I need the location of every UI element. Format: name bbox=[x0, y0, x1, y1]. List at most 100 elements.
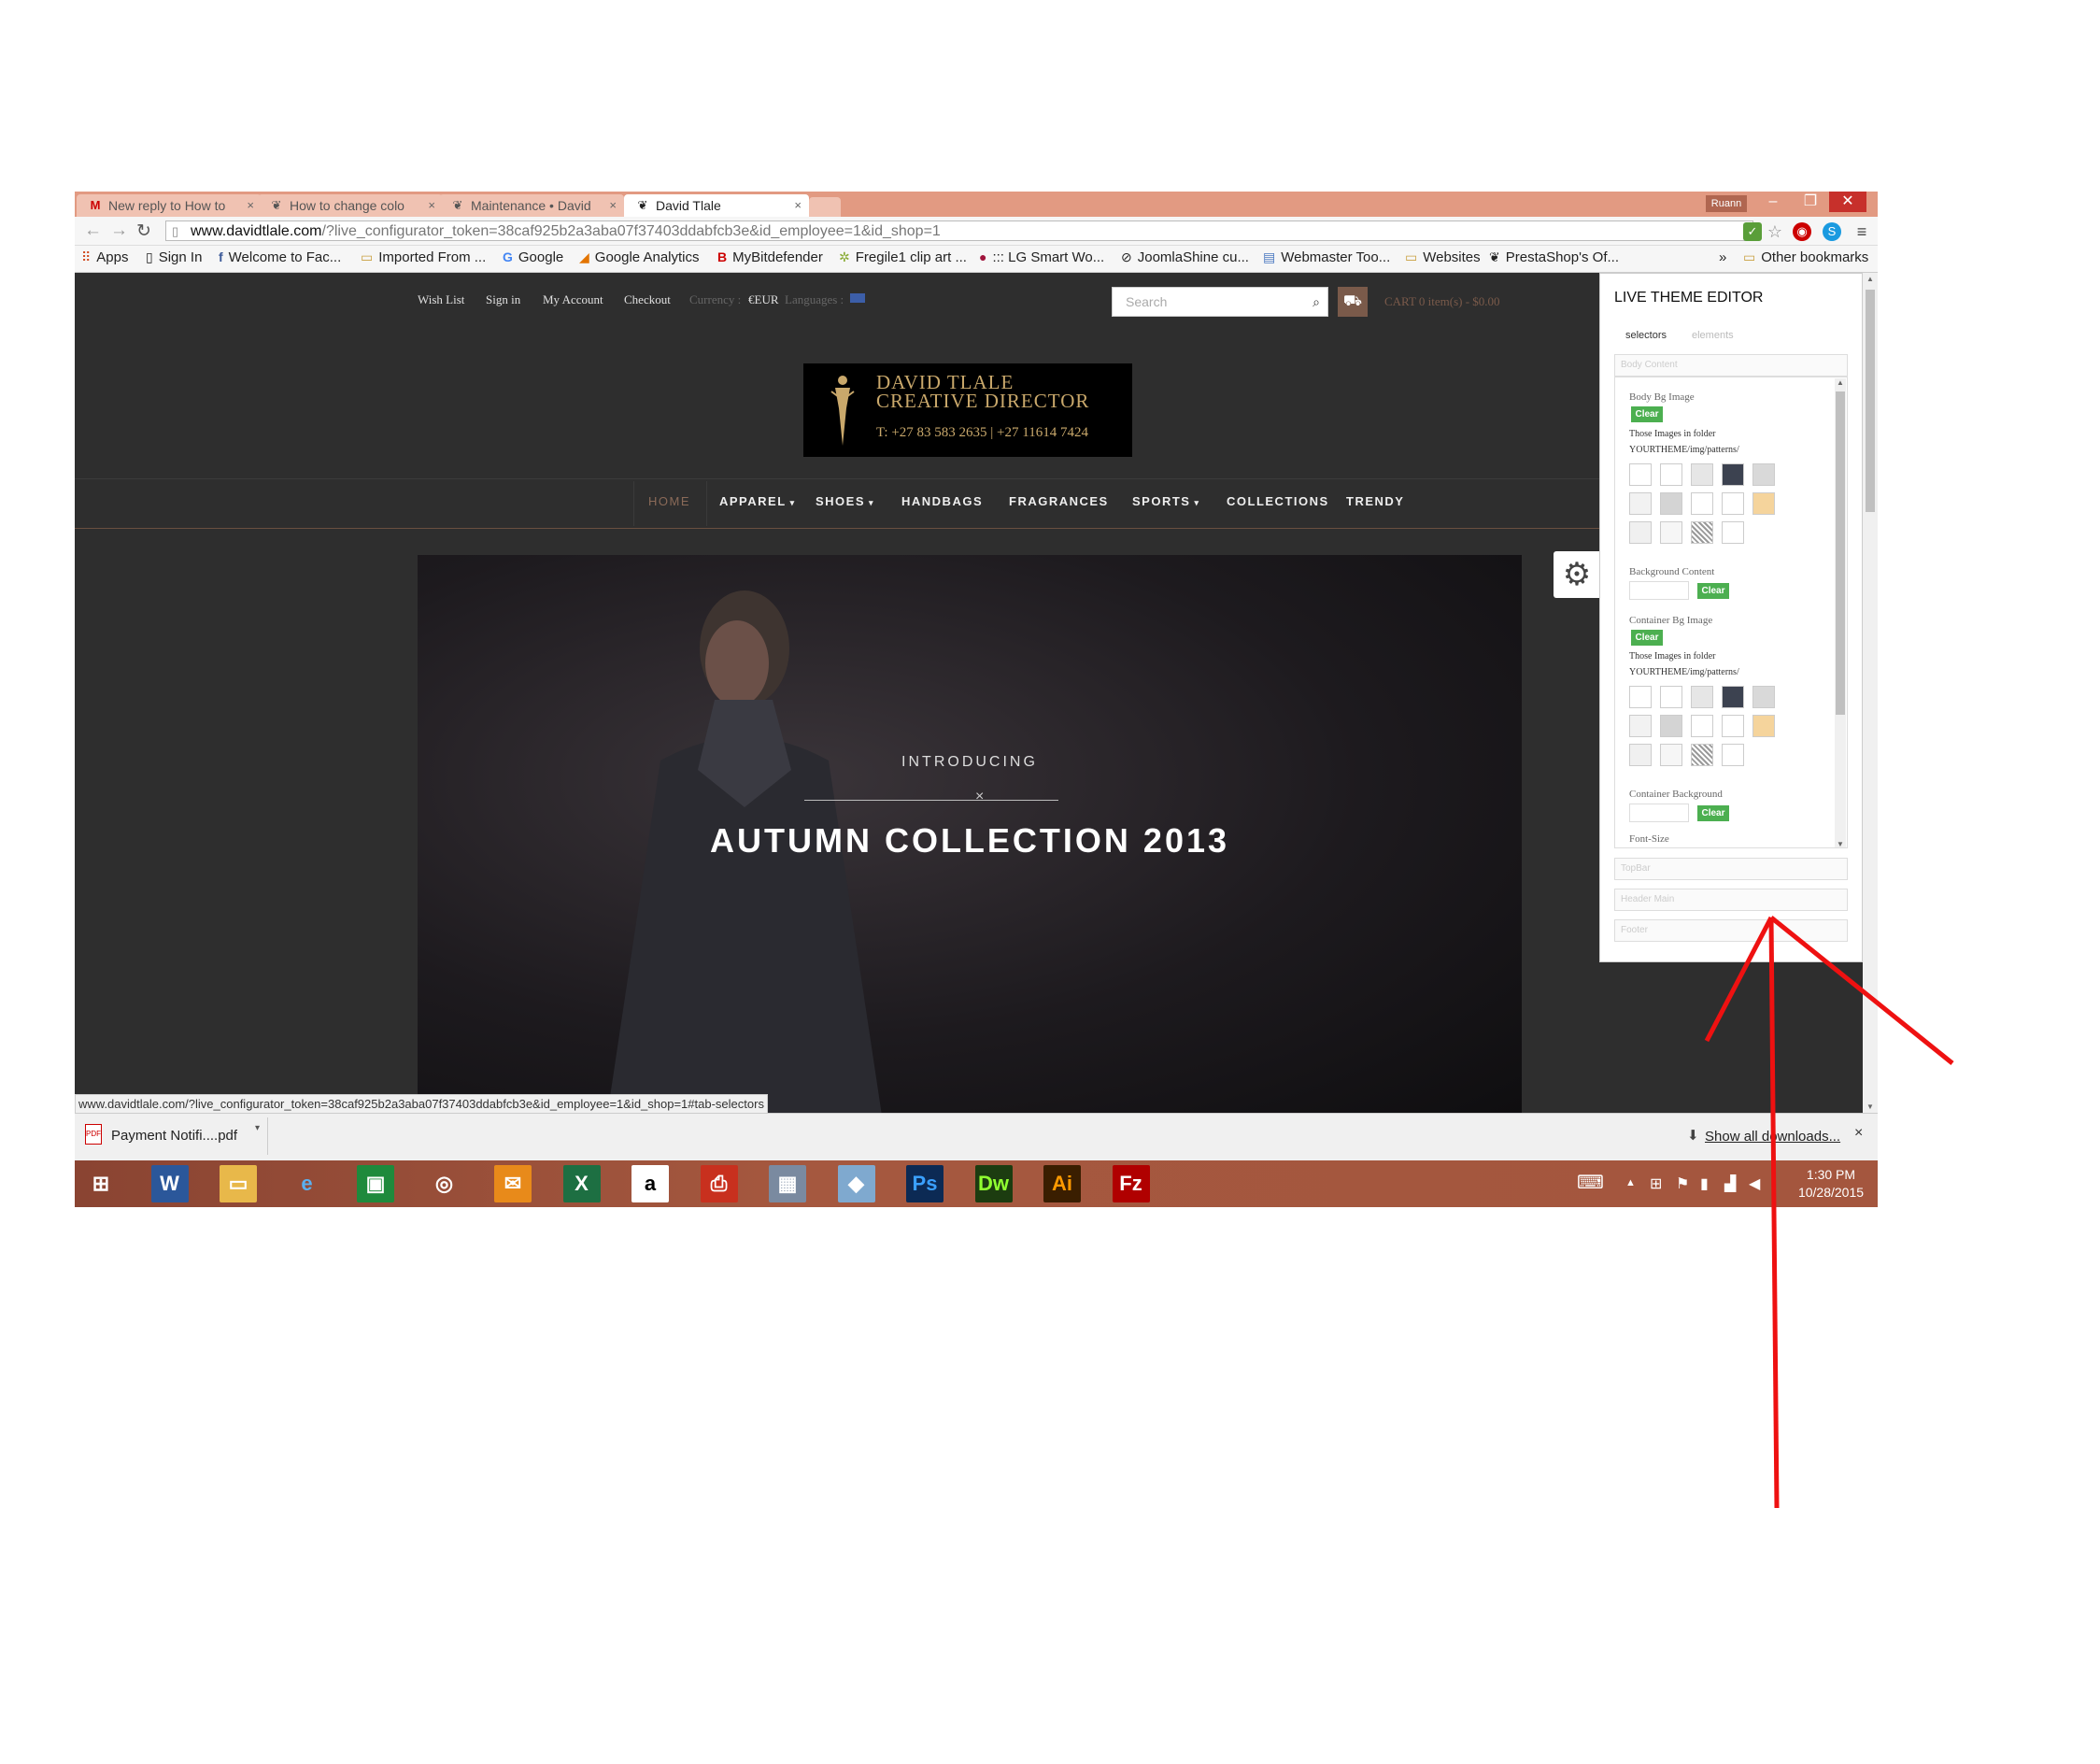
system-clock[interactable]: 1:30 PM 10/28/2015 bbox=[1789, 1166, 1873, 1202]
pattern-swatch[interactable] bbox=[1691, 521, 1713, 544]
hero-banner[interactable]: INTRODUCING × AUTUMN COLLECTION 2013 bbox=[418, 555, 1522, 1113]
skype-icon[interactable]: S bbox=[1823, 222, 1841, 241]
reload-icon[interactable]: ↻ bbox=[136, 220, 151, 242]
pattern-swatch[interactable] bbox=[1660, 744, 1682, 766]
photoshop-icon[interactable]: Ps bbox=[906, 1165, 944, 1202]
pattern-swatch[interactable] bbox=[1722, 463, 1744, 486]
pattern-swatch[interactable] bbox=[1691, 492, 1713, 515]
page-scroll-thumb[interactable] bbox=[1866, 290, 1875, 512]
app-icon[interactable]: ◆ bbox=[837, 1165, 875, 1202]
scroll-down-icon[interactable]: ▼ bbox=[1866, 1102, 1874, 1111]
tab-how-to-change[interactable]: ❦ How to change colo × bbox=[258, 194, 443, 217]
minimize-icon[interactable]: – bbox=[1754, 192, 1792, 212]
pattern-swatch[interactable] bbox=[1722, 744, 1744, 766]
bookmark-facebook[interactable]: f Welcome to Fac... bbox=[219, 249, 341, 265]
clear-button[interactable]: Clear bbox=[1631, 630, 1663, 646]
pattern-swatch[interactable] bbox=[1660, 686, 1682, 708]
menu-item-trendy[interactable]: TRENDY bbox=[1346, 494, 1404, 508]
internet-explorer-icon[interactable]: e bbox=[289, 1165, 326, 1202]
close-download-shelf-icon[interactable]: × bbox=[1854, 1125, 1863, 1142]
my-account-link[interactable]: My Account bbox=[543, 292, 603, 307]
keyboard-icon[interactable]: ⌨ bbox=[1577, 1171, 1604, 1194]
extension-icon[interactable]: ✓ bbox=[1743, 222, 1762, 241]
forward-icon[interactable]: → bbox=[110, 220, 128, 241]
currency-selector[interactable]: €EUR bbox=[748, 292, 779, 307]
flag-icon[interactable]: ⚑ bbox=[1676, 1174, 1689, 1193]
site-logo[interactable]: DAVID TLALE CREATIVE DIRECTOR T: +27 83 … bbox=[803, 363, 1132, 457]
pattern-swatch[interactable] bbox=[1660, 715, 1682, 737]
tab-maintenance[interactable]: ❦ Maintenance • David × bbox=[439, 194, 624, 217]
volume-icon[interactable]: ◀ bbox=[1749, 1174, 1760, 1193]
bookmark-joomlashine[interactable]: ⊘ JoomlaShine cu... bbox=[1121, 249, 1249, 265]
tab-gmail[interactable]: M New reply to How to × bbox=[77, 194, 262, 217]
bookmark-imported[interactable]: ▭ Imported From ... bbox=[361, 249, 486, 265]
bookmark-google[interactable]: G Google bbox=[503, 249, 563, 265]
profile-button[interactable]: Ruann bbox=[1706, 195, 1747, 212]
outlook-icon[interactable]: ✉ bbox=[494, 1165, 532, 1202]
pattern-swatch[interactable] bbox=[1629, 686, 1652, 708]
wishlist-link[interactable]: Wish List bbox=[418, 292, 464, 307]
store-icon[interactable]: ▣ bbox=[357, 1165, 394, 1202]
search-input[interactable]: Search ⌕ bbox=[1112, 287, 1328, 317]
pattern-swatch[interactable] bbox=[1660, 521, 1682, 544]
download-item[interactable]: PDF Payment Notifi....pdf ▾ bbox=[79, 1117, 268, 1155]
background-content-color-input[interactable] bbox=[1629, 581, 1689, 600]
bookmarks-overflow-button[interactable]: » bbox=[1719, 249, 1726, 265]
amazon-icon[interactable]: a bbox=[631, 1165, 669, 1202]
sign-in-link[interactable]: Sign in bbox=[486, 292, 520, 307]
menu-item-home[interactable]: HOME bbox=[648, 494, 690, 508]
menu-item-collections[interactable]: COLLECTIONS bbox=[1227, 494, 1329, 508]
checkout-link[interactable]: Checkout bbox=[624, 292, 671, 307]
pattern-swatch[interactable] bbox=[1691, 715, 1713, 737]
url-input[interactable]: ▯ www.davidtlale.com/?live_configurator_… bbox=[165, 220, 1753, 241]
section-header-main[interactable]: Header Main bbox=[1614, 889, 1848, 911]
pattern-swatch[interactable] bbox=[1691, 463, 1713, 486]
battery-icon[interactable]: ▮ bbox=[1700, 1174, 1709, 1193]
pattern-swatch[interactable] bbox=[1660, 492, 1682, 515]
panel-scrollbar[interactable]: ▲ ▼ bbox=[1835, 378, 1846, 847]
pattern-swatch[interactable] bbox=[1629, 744, 1652, 766]
other-bookmarks[interactable]: ▭ Other bookmarks bbox=[1743, 249, 1868, 265]
pattern-swatch[interactable] bbox=[1752, 715, 1775, 737]
page-scrollbar[interactable]: ▲ ▼ bbox=[1863, 273, 1878, 1113]
tab-close-icon[interactable]: × bbox=[428, 194, 435, 217]
bookmark-websites[interactable]: ▭ Websites bbox=[1405, 249, 1481, 265]
menu-item-fragrances[interactable]: FRAGRANCES bbox=[1009, 494, 1109, 508]
tab-close-icon[interactable]: × bbox=[609, 194, 617, 217]
bookmark-lg[interactable]: ●::: LG Smart Wo... bbox=[979, 249, 1104, 265]
tab-close-icon[interactable]: × bbox=[794, 194, 802, 217]
pattern-swatch[interactable] bbox=[1722, 521, 1744, 544]
section-footer[interactable]: Footer bbox=[1614, 919, 1848, 942]
scroll-up-icon[interactable]: ▲ bbox=[1866, 275, 1874, 283]
illustrator-icon[interactable]: Ai bbox=[1043, 1165, 1081, 1202]
bookmark-analytics[interactable]: ◢ Google Analytics bbox=[579, 249, 700, 265]
us-flag-icon[interactable] bbox=[850, 293, 865, 303]
pattern-swatch[interactable] bbox=[1691, 686, 1713, 708]
adblock-icon[interactable]: ◉ bbox=[1793, 222, 1811, 241]
pattern-swatch[interactable] bbox=[1752, 686, 1775, 708]
bookmark-sign-in[interactable]: ▯ Sign In bbox=[146, 249, 202, 265]
bookmark-webmaster[interactable]: ▤ Webmaster Too... bbox=[1263, 249, 1390, 265]
panel-scroll-thumb[interactable] bbox=[1836, 391, 1845, 715]
pattern-swatch[interactable] bbox=[1752, 463, 1775, 486]
windows-tray-icon[interactable]: ⊞ bbox=[1650, 1174, 1662, 1193]
cart-icon[interactable]: ⛟ bbox=[1338, 287, 1368, 317]
pattern-swatch[interactable] bbox=[1660, 463, 1682, 486]
file-explorer-icon[interactable]: ▭ bbox=[220, 1165, 257, 1202]
clear-button[interactable]: Clear bbox=[1697, 583, 1729, 599]
pattern-swatch[interactable] bbox=[1722, 686, 1744, 708]
dreamweaver-icon[interactable]: Dw bbox=[974, 1165, 1013, 1202]
cart-summary[interactable]: CART 0 item(s) - $0.00 bbox=[1384, 294, 1500, 309]
tab-close-icon[interactable]: × bbox=[247, 194, 254, 217]
scroll-down-icon[interactable]: ▼ bbox=[1837, 840, 1844, 847]
back-icon[interactable]: ← bbox=[84, 220, 102, 241]
pattern-swatch[interactable] bbox=[1722, 715, 1744, 737]
bookmark-prestashop[interactable]: ❦ PrestaShop's Of... bbox=[1489, 249, 1619, 265]
bookmark-bitdefender[interactable]: B MyBitdefender bbox=[717, 249, 823, 265]
menu-item-shoes[interactable]: SHOES ▾ bbox=[816, 494, 874, 508]
menu-item-handbags[interactable]: HANDBAGS bbox=[901, 494, 983, 508]
pattern-swatch[interactable] bbox=[1629, 715, 1652, 737]
tray-expand-icon[interactable]: ▲ bbox=[1625, 1177, 1636, 1188]
calculator-icon[interactable]: ▦ bbox=[769, 1165, 806, 1202]
acrobat-icon[interactable]: ⎙ bbox=[700, 1165, 738, 1202]
